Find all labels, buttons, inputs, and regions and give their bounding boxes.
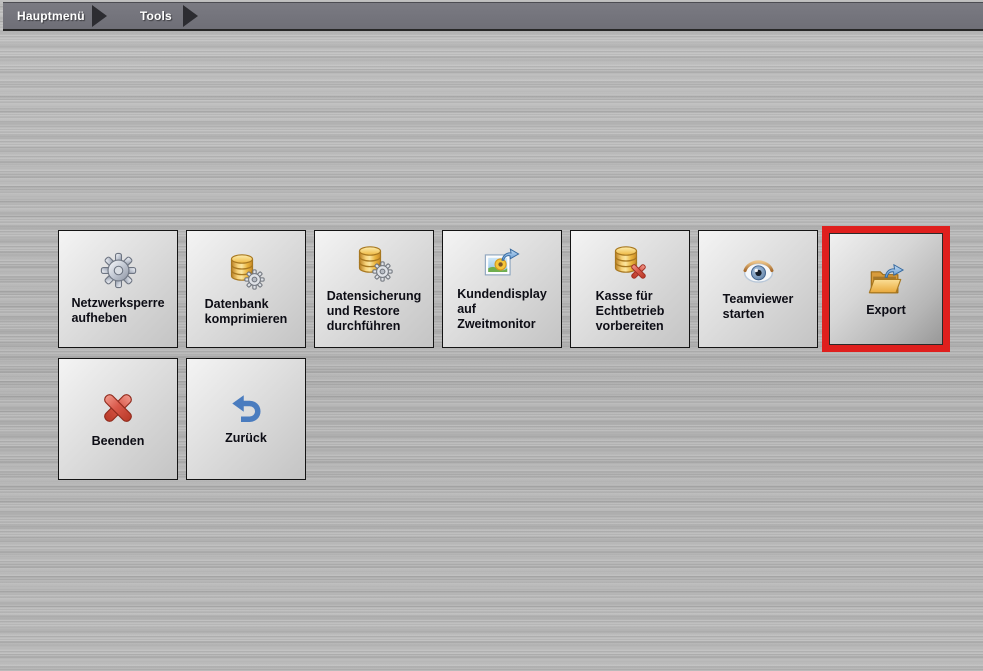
button-label: Datenbank komprimieren (204, 296, 288, 326)
breadcrumb-item-hauptmenu[interactable]: Hauptmenü (17, 9, 85, 23)
eye-icon (740, 257, 777, 285)
image-export-icon (483, 246, 521, 280)
button-zurueck[interactable]: Zurück (186, 358, 306, 480)
export-highlight-frame: Export (822, 226, 950, 352)
button-label: Zurück (225, 430, 267, 445)
button-kasse-echtbetrieb[interactable]: Kasse für Echtbetrieb vorbereiten (570, 230, 690, 348)
button-label: Datensicherung und Restore durchführen (326, 289, 422, 333)
button-export[interactable]: Export (829, 233, 943, 345)
database-delete-icon (611, 244, 649, 282)
button-label: Kasse für Echtbetrieb vorbereiten (595, 289, 665, 333)
button-beenden[interactable]: Beenden (58, 358, 178, 480)
breadcrumb-item-tools[interactable]: Tools (140, 9, 172, 23)
button-label: Export (866, 302, 906, 317)
button-datensicherung-restore[interactable]: Datensicherung und Restore durchführen (314, 230, 434, 348)
button-label: Netzwerksperre aufheben (71, 296, 165, 325)
database-gear-icon (355, 244, 393, 283)
button-netzwerksperre-aufheben[interactable]: Netzwerksperre aufheben (58, 230, 178, 348)
breadcrumb-arrow-icon (91, 5, 107, 27)
database-gear-icon (227, 252, 265, 290)
folder-export-icon (867, 261, 905, 296)
breadcrumb: Hauptmenü Tools (3, 2, 983, 31)
button-kundendisplay-zweitmonitor[interactable]: Kundendisplay auf Zweitmonitor (442, 230, 562, 348)
button-teamviewer-starten[interactable]: Teamviewer starten (698, 230, 818, 348)
gear-icon (100, 252, 137, 289)
button-label: Teamviewer starten (722, 291, 794, 321)
button-label: Beenden (91, 434, 145, 449)
tools-screen-background: Hauptmenü Tools Netzwerksperre aufheben … (0, 0, 983, 671)
button-datenbank-komprimieren[interactable]: Datenbank komprimieren (186, 230, 306, 348)
back-arrow-icon (230, 393, 263, 424)
breadcrumb-arrow-icon (182, 5, 198, 27)
button-label: Kundendisplay auf Zweitmonitor (457, 287, 547, 331)
tools-button-grid: Netzwerksperre aufheben Datenbank kompri… (58, 226, 950, 480)
close-x-icon (99, 389, 137, 427)
